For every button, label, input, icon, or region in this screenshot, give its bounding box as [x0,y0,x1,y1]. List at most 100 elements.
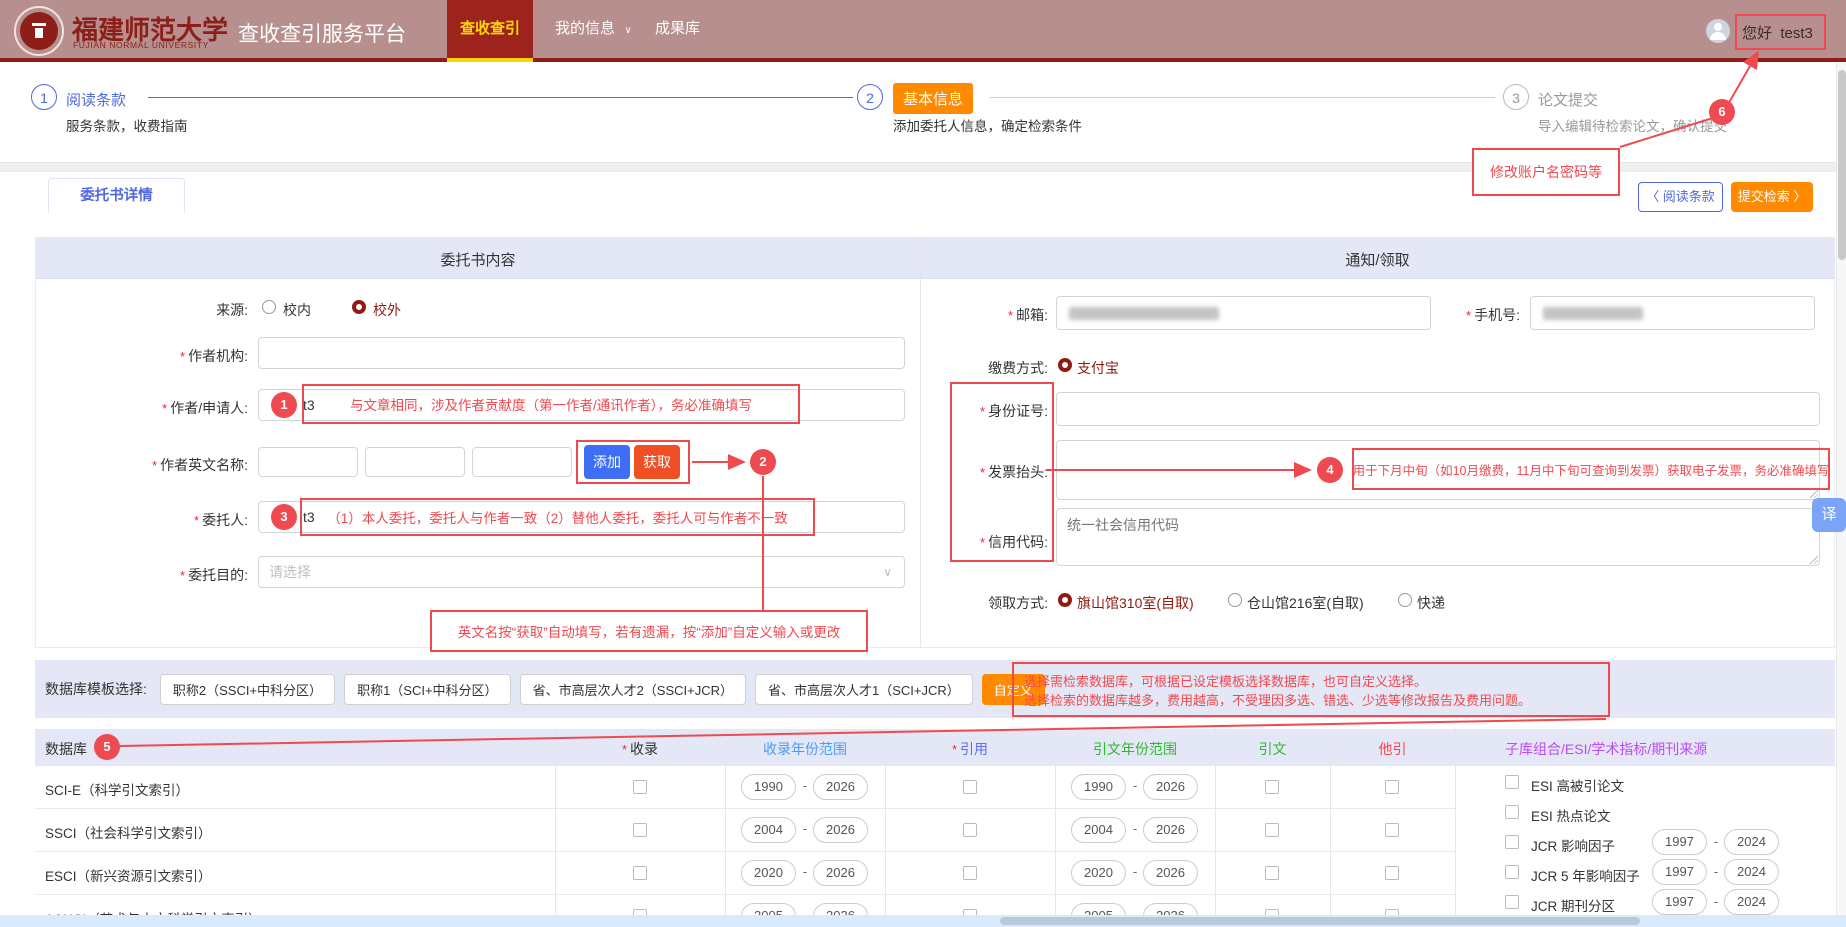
citations-checkbox[interactable] [1265,866,1279,880]
left-panel-title: 委托书内容 [36,249,920,270]
jcr-quartile-year-from[interactable]: 1997 [1652,889,1707,915]
jcr-if-year-to[interactable]: 2024 [1724,829,1779,855]
incl-year-to[interactable]: 2026 [813,774,868,800]
jcr-quartile-checkbox[interactable] [1505,895,1519,909]
email-label: *邮箱: [920,305,1048,325]
template-button-talent2[interactable]: 省、市高层次人才2（SSCI+JCR） [520,674,746,705]
othercited-checkbox[interactable] [1385,823,1399,837]
annotation-note-5-line1: 选择需检索数据库，可根据已设定模板选择数据库，也可自定义选择。 [1024,671,1427,690]
translate-button[interactable]: 译 [1812,498,1846,532]
esi-hot-checkbox[interactable] [1505,805,1519,819]
jcr-quartile-year-to[interactable]: 2024 [1724,889,1779,915]
template-button-zhicheng2[interactable]: 职称2（SSCI+中科分区） [160,674,335,705]
source-option-oncampus[interactable]: 校内 [283,300,311,320]
nav-item-chashou[interactable]: 查收查引 [447,0,533,62]
vertical-scrollbar-thumb[interactable] [1838,70,1846,260]
phone-input[interactable] [1530,296,1815,330]
en-name-input-1[interactable] [258,447,358,477]
jcr-if5-year-to[interactable]: 2024 [1724,859,1779,885]
horizontal-scrollbar[interactable] [0,915,1846,927]
cite-year-to[interactable]: 2026 [1143,860,1198,886]
cite-year-from[interactable]: 2020 [1071,860,1126,886]
step3-desc: 导入编辑待检索论文，确认提交 [1538,115,1727,135]
nav-item-results[interactable]: 成果库 [655,0,700,62]
othercited-checkbox[interactable] [1385,866,1399,880]
nav-item-myinfo[interactable]: 我的信息 ∨ [555,0,632,62]
table-row: SCI-E（科学引文索引） 1990 - 2026 1990 - 2026 [35,766,1455,809]
incl-year-to[interactable]: 2026 [813,860,868,886]
cite-year-from[interactable]: 1990 [1071,774,1126,800]
template-button-talent1[interactable]: 省、市高层次人才1（SCI+JCR） [755,674,973,705]
db-name: SCI-E（科学引文索引） [45,779,189,799]
source-radio-oncampus[interactable] [262,300,276,314]
citations-checkbox[interactable] [1265,823,1279,837]
incl-year-from[interactable]: 1990 [741,774,796,800]
pickup-option-qishan[interactable]: 旗山馆310室(自取) [1077,593,1194,613]
included-checkbox[interactable] [633,866,647,880]
sub-option-label: ESI 高被引论文 [1531,775,1624,795]
cited-checkbox[interactable] [963,780,977,794]
pickup-radio-express[interactable] [1398,593,1412,607]
annotation-note-6: 修改账户名密码等 [1472,148,1620,196]
jcr-if5-year-from[interactable]: 1997 [1652,859,1707,885]
step2-circle: 2 [857,84,883,110]
id-number-input[interactable] [1056,392,1820,426]
en-name-input-2[interactable] [365,447,465,477]
pickup-option-cangshan[interactable]: 仓山馆216室(自取) [1247,593,1364,613]
incl-year-from[interactable]: 2004 [741,817,796,843]
user-avatar-icon[interactable] [1706,19,1730,43]
horizontal-scrollbar-thumb[interactable] [1000,917,1640,925]
email-input[interactable] [1056,296,1431,330]
source-radio-offcampus[interactable] [352,300,366,314]
source-option-offcampus[interactable]: 校外 [373,300,401,320]
esi-highcited-checkbox[interactable] [1505,775,1519,789]
cite-year-to[interactable]: 2026 [1143,774,1198,800]
read-terms-button[interactable]: 〈 阅读条款 [1638,182,1723,212]
org-label: *作者机构: [30,346,248,366]
jcr-if5-checkbox[interactable] [1505,865,1519,879]
purpose-select[interactable]: 请选择 ∨ [258,556,905,588]
included-checkbox[interactable] [633,780,647,794]
incl-year-to[interactable]: 2026 [813,817,868,843]
table-row: SSCI（社会科学引文索引） 2004 - 2026 2004 - 2026 [35,809,1455,852]
cite-year-to[interactable]: 2026 [1143,817,1198,843]
logo-inner-seal [20,12,58,50]
credit-code-textarea[interactable] [1056,508,1820,566]
incl-year-from[interactable]: 2020 [741,860,796,886]
pickup-option-express[interactable]: 快递 [1417,593,1445,613]
db-col-header-included-range: 收录年份范围 [725,739,885,759]
tab-weituoshu-details[interactable]: 委托书详情 [48,178,185,213]
cite-year-from[interactable]: 2004 [1071,817,1126,843]
db-name: ESCI（新兴资源引文索引） [45,865,212,885]
redacted-email-value [1069,307,1219,320]
org-input[interactable] [258,337,905,369]
client-label: *委托人: [30,510,248,530]
cited-checkbox[interactable] [963,866,977,880]
annotation-circle-5: 5 [94,734,120,760]
pay-option-alipay[interactable]: 支付宝 [1077,358,1119,378]
included-checkbox[interactable] [633,823,647,837]
annotation-frame-add-fetch [576,440,690,484]
cited-checkbox[interactable] [963,823,977,837]
vertical-scrollbar[interactable] [1836,62,1846,915]
citations-checkbox[interactable] [1265,780,1279,794]
university-logo [14,6,64,56]
nav-item-label: 我的信息 [555,20,615,37]
submit-search-button[interactable]: 提交检索 〉 [1731,182,1813,212]
sub-db-cell: ESI 高被引论文 ESI 热点论文 JCR 影响因子 1997 - 2024 … [1455,766,1835,927]
page: 福建师范大学 FUJIAN NORMAL UNIVERSITY 查收查引服务平台… [0,0,1846,927]
en-name-input-3[interactable] [472,447,572,477]
sub-option-label: JCR 影响因子 [1531,835,1615,855]
pickup-radio-qishan[interactable] [1058,593,1072,607]
pickup-radio-cangshan[interactable] [1228,593,1242,607]
jcr-if-checkbox[interactable] [1505,835,1519,849]
othercited-checkbox[interactable] [1385,780,1399,794]
annotation-note-5: 选择需检索数据库，可根据已设定模板选择数据库，也可自定义选择。 选择检索的数据库… [1012,662,1610,717]
pay-radio-alipay[interactable] [1058,358,1072,372]
applicant-label: *作者/申请人: [30,398,248,418]
nav-item-label: 成果库 [655,20,700,37]
sub-option-label: JCR 期刊分区 [1531,895,1615,915]
redacted-phone-value [1543,307,1643,320]
template-button-zhicheng1[interactable]: 职称1（SCI+中科分区） [344,674,511,705]
jcr-if-year-from[interactable]: 1997 [1652,829,1707,855]
